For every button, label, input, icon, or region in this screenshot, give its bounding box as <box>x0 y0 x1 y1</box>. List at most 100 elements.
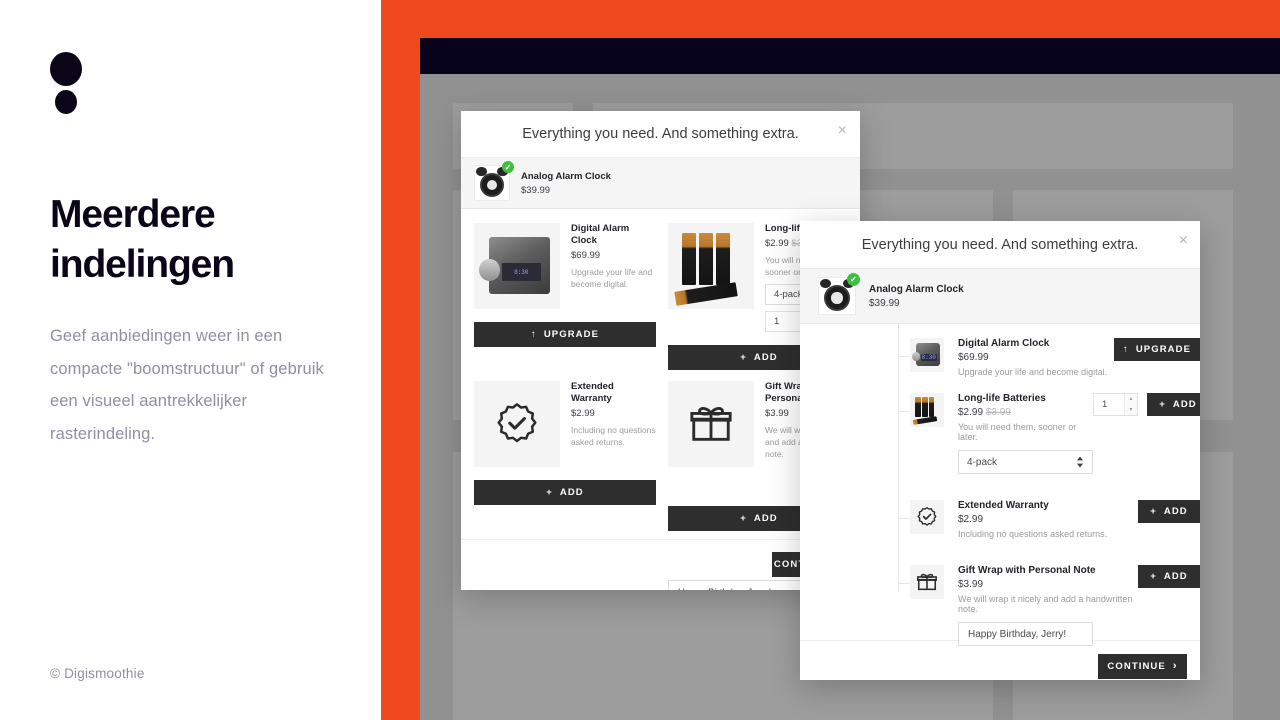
page-title: Meerdere indelingen <box>50 193 235 286</box>
offer-row-info: Long-life Batteries $2.99 $3.99 You will… <box>958 393 1093 474</box>
variant-select[interactable]: 4-pack <box>958 450 1093 474</box>
product-description: We will wrap it nicely and add a handwri… <box>958 594 1133 614</box>
modal-tree-title: Everything you need. And something extra… <box>861 236 1139 253</box>
plus-icon: + <box>740 513 747 524</box>
product-description: Upgrade your life and become digital. <box>958 367 1108 377</box>
analog-alarm-clock-image: ✓ <box>474 161 514 201</box>
clock-display: 8:30 <box>920 353 937 362</box>
batteries-art <box>668 223 754 309</box>
product-name: Extended Warranty <box>571 381 614 404</box>
close-icon[interactable]: × <box>838 123 847 139</box>
tree-branch-line <box>898 356 910 357</box>
product-name: Extended Warranty <box>958 500 1049 511</box>
continue-button-label: CONTINUE <box>1107 660 1166 672</box>
offer-card-info: Extended Warranty $2.99 Including no que… <box>571 381 656 467</box>
product-price: $69.99 <box>571 250 601 261</box>
clock-display: 8:30 <box>501 262 542 282</box>
upgrade-button[interactable]: ↑ UPGRADE <box>474 322 656 347</box>
product-description: Upgrade your life and become digital. <box>571 267 653 289</box>
warranty-badge-icon <box>910 500 944 534</box>
logo-dot-small <box>55 90 77 114</box>
offer-row-info: Extended Warranty $2.99 Including no que… <box>958 500 1138 539</box>
continue-button[interactable]: CONTINUE › <box>1098 653 1187 679</box>
stepper-arrows: ▲ ▼ <box>1124 394 1137 415</box>
product-name: Gift Wrap with Personal Note <box>958 565 1096 576</box>
warranty-badge-icon <box>474 381 560 467</box>
plus-icon: + <box>546 487 553 498</box>
upgrade-button[interactable]: ↑ UPGRADE <box>1114 338 1200 361</box>
add-button[interactable]: + ADD <box>1138 565 1200 588</box>
add-button[interactable]: + ADD <box>1147 393 1200 416</box>
arrow-up-icon: ↑ <box>530 329 537 340</box>
add-button[interactable]: + ADD <box>474 480 656 505</box>
batteries-image <box>910 393 944 427</box>
product-name: Digital Alarm Clock <box>571 223 630 246</box>
modal-tree-rows: 8:30 Digital Alarm Clock $69.99 Upgrade … <box>800 324 1200 646</box>
tree-branch-line <box>898 518 910 519</box>
quantity-stepper[interactable]: 1 ▲ ▼ <box>1093 393 1138 416</box>
add-button[interactable]: + ADD <box>1138 500 1200 523</box>
copyright-text: © Digismoothie <box>50 666 145 681</box>
modal-grid-header: Everything you need. And something extra… <box>461 111 860 157</box>
upgrade-button-label: UPGRADE <box>1135 344 1192 355</box>
tree-branch-line <box>898 583 910 584</box>
digital-alarm-clock-image: 8:30 <box>474 223 560 309</box>
offer-row: Extended Warranty $2.99 Including no que… <box>800 500 1200 539</box>
modal-tree-header: Everything you need. And something extra… <box>800 221 1200 268</box>
offer-row-action: ↑ UPGRADE <box>1114 338 1200 361</box>
product-price: $3.99 <box>958 579 984 590</box>
gift-icon <box>910 565 944 599</box>
offer-row-action: + ADD <box>1138 500 1200 523</box>
product-price: $2.99 <box>571 408 595 419</box>
logo-dot-large <box>50 52 82 86</box>
offer-row-info: Gift Wrap with Personal Note $3.99 We wi… <box>958 565 1138 646</box>
left-brand-panel: Meerdere indelingen Geef aanbiedingen we… <box>0 0 381 720</box>
offer-card: 8:30 Digital Alarm Clock $69.99 Upgrade … <box>474 223 656 347</box>
page-subtitle: Geef aanbiedingen weer in een compacte "… <box>50 327 324 443</box>
add-button-label: ADD <box>1163 571 1188 582</box>
old-price: $3.99 <box>985 407 1011 418</box>
select-updown-icon <box>1076 456 1084 468</box>
modal-tree-parent-product: ✓ Analog Alarm Clock $39.99 <box>800 268 1200 324</box>
selected-check-icon: ✓ <box>847 273 860 286</box>
plus-icon: + <box>1159 399 1166 410</box>
plus-icon: + <box>1150 571 1157 582</box>
offer-row: Long-life Batteries $2.99 $3.99 You will… <box>800 393 1200 474</box>
tree-branch-line <box>898 411 910 412</box>
product-description: Including no questions asked returns. <box>958 529 1108 539</box>
add-button-label: ADD <box>559 487 584 498</box>
gift-icon <box>668 381 754 467</box>
digital-clock-art: 8:30 <box>474 223 560 309</box>
batteries-image <box>668 223 754 309</box>
arrow-up-icon: ↑ <box>1122 344 1129 355</box>
gift-note-input[interactable]: Happy Birthday, Jerry! <box>958 622 1093 646</box>
selected-check-icon: ✓ <box>502 161 514 173</box>
store-navbar <box>420 38 1280 74</box>
product-name: Digital Alarm Clock <box>958 338 1050 349</box>
add-button-label: ADD <box>1172 399 1197 410</box>
stepper-up-icon[interactable]: ▲ <box>1125 394 1137 405</box>
digital-alarm-clock-image: 8:30 <box>910 338 944 372</box>
batteries-art <box>910 393 944 427</box>
add-button-label: ADD <box>753 513 778 524</box>
modal-grid-parent-product: ✓ Analog Alarm Clock $39.99 <box>461 157 860 209</box>
offer-row-info: Digital Alarm Clock $69.99 Upgrade your … <box>958 338 1114 377</box>
variant-select-value: 4-pack <box>774 289 803 300</box>
upsell-modal-tree-layout: Everything you need. And something extra… <box>800 221 1200 680</box>
gift-note-value: Happy Birthday, Jerry! <box>968 628 1067 640</box>
current-price: $2.99 <box>765 238 789 249</box>
stepper-down-icon[interactable]: ▼ <box>1125 405 1137 416</box>
chevron-right-icon: › <box>1172 660 1178 672</box>
upgrade-button-label: UPGRADE <box>543 329 600 340</box>
modal-grid-parent-meta: Analog Alarm Clock $39.99 <box>521 171 611 196</box>
modal-tree-parent-meta: Analog Alarm Clock $39.99 <box>869 284 964 309</box>
plus-icon: + <box>740 352 747 363</box>
offer-card-info: Digital Alarm Clock $69.99 Upgrade your … <box>571 223 656 309</box>
close-icon[interactable]: × <box>1179 233 1188 249</box>
product-price: $2.99 $3.99 <box>958 407 1093 418</box>
offer-card: Extended Warranty $2.99 Including no que… <box>474 381 656 505</box>
digital-clock-art: 8:30 <box>910 338 944 372</box>
product-name: Analog Alarm Clock <box>869 283 964 295</box>
product-price: $69.99 <box>958 352 989 363</box>
product-price: $39.99 <box>869 297 900 309</box>
